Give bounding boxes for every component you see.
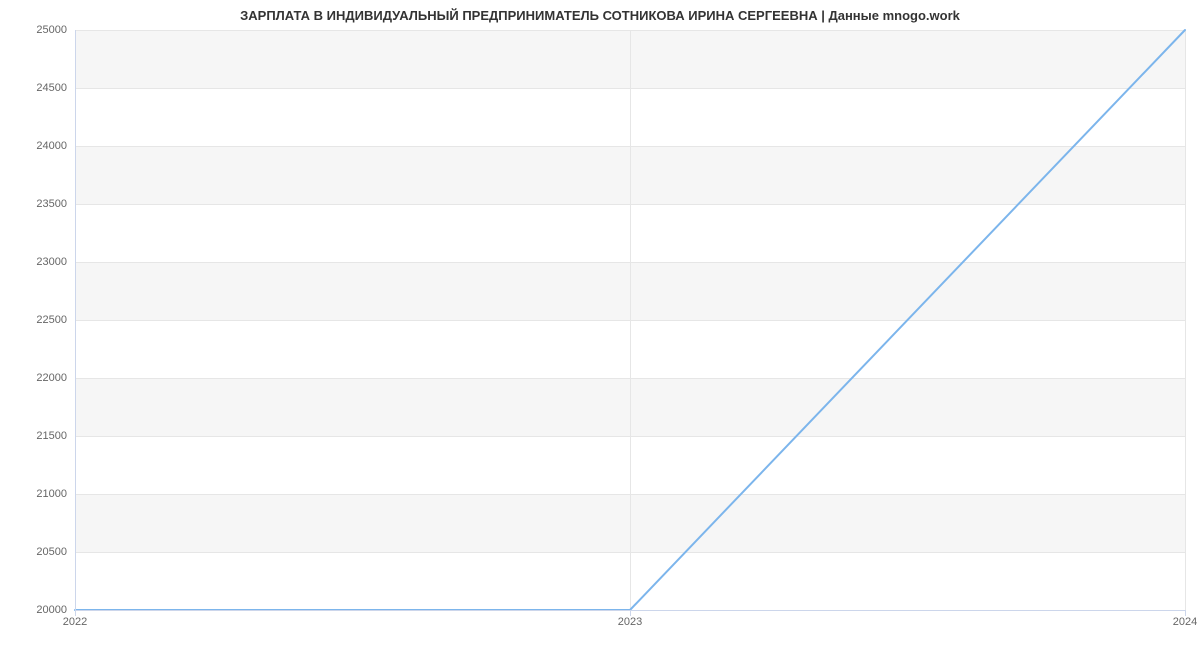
- y-tick-label: 24500: [36, 82, 75, 94]
- y-tick-label: 23000: [36, 256, 75, 268]
- salary-line: [75, 30, 1185, 610]
- plot-area: 2000020500210002150022000225002300023500…: [75, 30, 1185, 610]
- y-tick-label: 22500: [36, 314, 75, 326]
- x-tick-label: 2024: [1173, 610, 1197, 628]
- line-series: [75, 30, 1185, 610]
- y-tick-label: 21500: [36, 430, 75, 442]
- x-gridline: [1185, 30, 1186, 610]
- y-tick-label: 20500: [36, 546, 75, 558]
- y-tick-label: 23500: [36, 198, 75, 210]
- y-tick-label: 21000: [36, 488, 75, 500]
- chart-title: ЗАРПЛАТА В ИНДИВИДУАЛЬНЫЙ ПРЕДПРИНИМАТЕЛ…: [0, 8, 1200, 23]
- x-tick-label: 2022: [63, 610, 87, 628]
- y-tick-label: 22000: [36, 372, 75, 384]
- y-tick-label: 25000: [36, 24, 75, 36]
- chart-container: ЗАРПЛАТА В ИНДИВИДУАЛЬНЫЙ ПРЕДПРИНИМАТЕЛ…: [0, 0, 1200, 650]
- y-tick-label: 24000: [36, 140, 75, 152]
- x-tick-label: 2023: [618, 610, 642, 628]
- y-axis-line: [75, 30, 76, 610]
